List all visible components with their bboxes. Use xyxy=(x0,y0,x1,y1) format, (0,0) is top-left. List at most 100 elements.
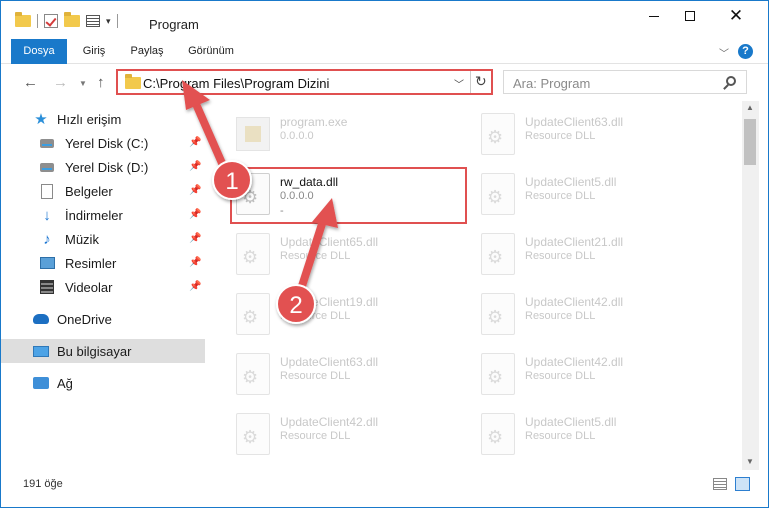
large-icons-view-icon[interactable] xyxy=(735,477,750,491)
star-icon: ★ xyxy=(34,111,48,128)
file-item[interactable]: UpdateClient42.dll Resource DLL xyxy=(481,347,729,401)
status-bar: 191 öğe xyxy=(1,473,768,495)
customize-dropdown-icon[interactable]: ▾ xyxy=(106,16,111,27)
window-title: Program xyxy=(149,17,199,32)
dll-file-icon xyxy=(236,413,270,455)
sidebar-item-quick-access[interactable]: ★ Hızlı erişim xyxy=(1,107,205,131)
sidebar-item-local-disk-c[interactable]: Yerel Disk (C:) 📌 xyxy=(1,131,205,155)
back-arrow-icon[interactable]: ← xyxy=(23,74,38,91)
file-item[interactable]: UpdateClient65.dll Resource DLL xyxy=(236,227,484,281)
file-name: UpdateClient42.dll xyxy=(280,415,379,429)
maximize-button[interactable] xyxy=(667,1,713,31)
file-name: UpdateClient5.dll xyxy=(525,175,617,189)
address-dropdown-icon[interactable]: ﹀ xyxy=(454,76,464,91)
title-bar: ▾ Program ✕ xyxy=(1,1,768,39)
close-icon: ✕ xyxy=(728,6,744,25)
file-item-program-exe[interactable]: program.exe 0.0.0.0 xyxy=(236,107,484,161)
navigation-bar: ← → ▼ ↑ C:\Program Files\Program Dizini … xyxy=(1,65,768,101)
pin-icon[interactable]: 📌 xyxy=(189,209,201,220)
maximize-icon xyxy=(685,11,695,21)
sidebar-item-local-disk-d[interactable]: Yerel Disk (D:) 📌 xyxy=(1,155,205,179)
pin-icon[interactable]: 📌 xyxy=(189,137,201,148)
forward-arrow-icon[interactable]: → xyxy=(53,74,68,91)
tab-home[interactable]: Giriş xyxy=(75,39,113,64)
file-description: Resource DLL xyxy=(525,130,596,142)
file-description: Resource DLL xyxy=(280,370,351,382)
dll-file-icon xyxy=(236,233,270,275)
recent-locations-icon[interactable]: ▼ xyxy=(79,79,87,88)
ribbon-tabs: Dosya Giriş Paylaş Görünüm ﹀ ? xyxy=(1,39,768,64)
file-name: UpdateClient65.dll xyxy=(280,235,379,249)
music-icon: ♪ xyxy=(43,230,51,248)
file-item[interactable]: UpdateClient5.dll Resource DLL xyxy=(481,407,729,461)
file-name: program.exe xyxy=(280,115,348,129)
file-highlight-box xyxy=(230,167,467,224)
sidebar-item-documents[interactable]: Belgeler 📌 xyxy=(1,179,205,203)
folder-icon xyxy=(15,12,31,27)
address-path[interactable]: C:\Program Files\Program Dizini xyxy=(143,76,329,91)
file-description: Resource DLL xyxy=(280,310,351,322)
tab-view[interactable]: Görünüm xyxy=(181,39,241,64)
scrollbar-thumb[interactable] xyxy=(744,119,756,165)
vertical-scrollbar[interactable]: ▲ ▼ xyxy=(742,101,759,470)
folder-icon xyxy=(125,74,141,89)
help-icon[interactable]: ? xyxy=(738,44,753,59)
toolbar-divider xyxy=(37,14,38,28)
tab-file[interactable]: Dosya xyxy=(11,39,67,64)
sidebar-item-downloads[interactable]: ↓ İndirmeler 📌 xyxy=(1,203,205,227)
search-input[interactable]: Ara: Program xyxy=(503,70,747,94)
sidebar-item-label: Videolar xyxy=(65,280,113,295)
sidebar-item-label: İndirmeler xyxy=(65,208,123,223)
file-name: UpdateClient21.dll xyxy=(525,235,624,249)
sidebar-item-label: Yerel Disk (D:) xyxy=(65,160,149,175)
sidebar-item-music[interactable]: ♪ Müzik 📌 xyxy=(1,227,205,251)
tab-share[interactable]: Paylaş xyxy=(125,39,169,64)
pin-icon[interactable]: 📌 xyxy=(189,257,201,268)
up-arrow-icon[interactable]: ↑ xyxy=(97,74,105,91)
close-button[interactable]: ✕ xyxy=(713,1,759,31)
details-view-icon[interactable] xyxy=(713,478,727,490)
file-description: Resource DLL xyxy=(280,430,351,442)
search-icon[interactable] xyxy=(726,76,736,86)
file-item[interactable]: UpdateClient63.dll Resource DLL xyxy=(481,107,729,161)
dll-file-icon xyxy=(236,293,270,335)
scroll-up-icon[interactable]: ▲ xyxy=(746,103,754,112)
pin-icon[interactable]: 📌 xyxy=(189,233,201,244)
file-item[interactable]: UpdateClient63.dll Resource DLL xyxy=(236,347,484,401)
file-version: 0.0.0.0 xyxy=(280,130,314,142)
sidebar-item-label: Hızlı erişim xyxy=(57,112,122,127)
properties-check-icon[interactable] xyxy=(44,14,58,28)
file-item[interactable]: UpdateClient42.dll Resource DLL xyxy=(481,287,729,341)
expand-ribbon-icon[interactable]: ﹀ xyxy=(719,45,729,60)
navigation-pane: ★ Hızlı erişim Yerel Disk (C:) 📌 Yerel D… xyxy=(1,105,205,470)
properties-icon[interactable] xyxy=(86,15,100,27)
sidebar-item-label: Belgeler xyxy=(65,184,113,199)
sidebar-item-pictures[interactable]: Resimler 📌 xyxy=(1,251,205,275)
document-icon xyxy=(39,183,55,199)
file-item[interactable]: UpdateClient21.dll Resource DLL xyxy=(481,227,729,281)
refresh-icon[interactable]: ↻ xyxy=(475,73,487,90)
sidebar-item-this-pc[interactable]: Bu bilgisayar xyxy=(1,339,205,363)
file-item[interactable]: UpdateClient42.dll Resource DLL xyxy=(236,407,484,461)
file-list: program.exe 0.0.0.0 rw_data.dll 0.0.0.0 … xyxy=(206,101,742,470)
dll-file-icon xyxy=(481,113,515,155)
pin-icon[interactable]: 📌 xyxy=(189,281,201,292)
address-bar[interactable]: C:\Program Files\Program Dizini ﹀ ↻ xyxy=(116,69,493,95)
pin-icon[interactable]: 📌 xyxy=(189,161,201,172)
sidebar-item-onedrive[interactable]: OneDrive xyxy=(1,307,205,331)
minimize-icon xyxy=(649,15,659,17)
sidebar-item-videos[interactable]: Videolar 📌 xyxy=(1,275,205,299)
new-folder-icon[interactable] xyxy=(64,12,80,27)
scroll-down-icon[interactable]: ▼ xyxy=(746,457,754,466)
pin-icon[interactable]: 📌 xyxy=(189,185,201,196)
file-name: UpdateClient42.dll xyxy=(525,295,624,309)
toolbar-divider xyxy=(116,14,118,28)
sidebar-item-label: OneDrive xyxy=(57,312,112,327)
sidebar-item-label: Müzik xyxy=(65,232,99,247)
file-name: UpdateClient63.dll xyxy=(525,115,624,129)
cloud-icon xyxy=(33,312,49,326)
sidebar-item-network[interactable]: Ağ xyxy=(1,371,205,395)
video-icon xyxy=(39,280,55,294)
file-item[interactable]: UpdateClient5.dll Resource DLL xyxy=(481,167,729,221)
file-item[interactable]: UpdateClient19.dll Resource DLL xyxy=(236,287,484,341)
